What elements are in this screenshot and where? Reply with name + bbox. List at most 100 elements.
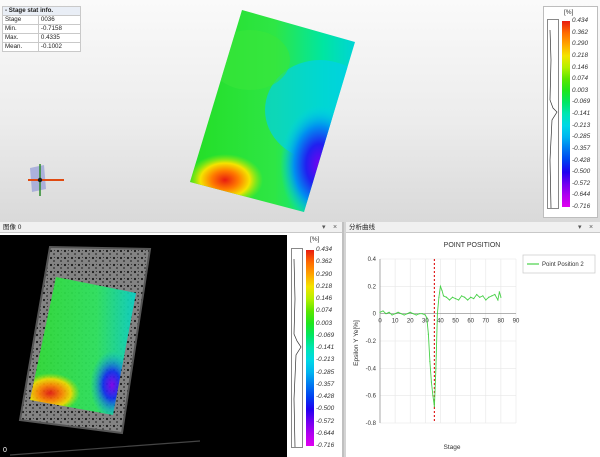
data-point (476, 293, 478, 296)
strain-field-plate[interactable] (0, 0, 540, 222)
colorbar-tick-label: 0.146 (316, 295, 332, 302)
data-point (445, 296, 448, 298)
close-icon[interactable]: × (589, 222, 593, 233)
data-point (485, 299, 487, 301)
data-point (406, 313, 408, 315)
colorbar-tick-label: -0.500 (572, 168, 591, 176)
y-tick-label: 0.4 (368, 257, 377, 263)
colorbar-tick-label: -0.572 (316, 417, 335, 425)
data-point (454, 298, 457, 300)
data-point (464, 296, 466, 298)
colorbar-tick-label: -0.069 (572, 98, 591, 106)
colorbar-tick-label: -0.069 (316, 331, 335, 339)
pin-icon[interactable]: ▾ (578, 222, 582, 233)
camera-image[interactable]: 0 (0, 235, 287, 457)
colorbar-image: [%] 0.434 0.362 0.290 0.218 0.146 0.074 0.003 -… (288, 236, 342, 456)
colorbar-unit: [%] (310, 236, 320, 243)
colorbar-tick-label: -0.357 (572, 144, 591, 152)
colorbar-tick-label: 0.074 (572, 75, 588, 83)
legend-label: Point Position 2 (542, 262, 584, 268)
colorbar-tick-label: -0.213 (316, 356, 335, 364)
image-panel-title: 图像 0 (3, 224, 22, 231)
chart-grid (379, 258, 517, 424)
image-panel-header: 图像 0 ▾ × (0, 222, 342, 233)
colorbar-tick-label: 0.362 (316, 258, 332, 266)
colorbar-histogram (547, 19, 559, 209)
data-point (435, 367, 437, 369)
colorbar-tick-label: -0.357 (316, 380, 335, 388)
colorbar-tick-label: 0.434 (572, 17, 588, 24)
x-tick-label: 80 (498, 319, 505, 325)
data-point (429, 360, 431, 363)
3d-view[interactable]: - Stage stat info. Stage 0036 Min. -0.7158… (0, 0, 600, 222)
x-tick-label: 70 (482, 319, 489, 325)
colorbar-tick-label: -0.428 (316, 393, 335, 400)
colorbar-tick-label: 0.218 (572, 51, 588, 59)
colorbar-tick-label: -0.644 (316, 429, 335, 437)
data-point (391, 314, 393, 316)
colorbar-unit: [%] (564, 9, 574, 16)
colorbar-tick-label: 0.003 (316, 319, 332, 327)
chart-legend: Point Position 2 (522, 254, 596, 274)
point-position-chart[interactable]: POINT POSITION 0 10 20 30 40 50 60 70 80 90 0.4 0.2… (346, 235, 600, 457)
colorbar-gradient (562, 21, 570, 207)
data-point (441, 289, 443, 292)
data-point (418, 313, 420, 315)
data-point (412, 313, 414, 315)
colorbar-tick-label: 0.362 (572, 28, 588, 36)
data-point (388, 311, 390, 313)
data-point (432, 395, 434, 397)
data-point (421, 313, 423, 315)
data-point (379, 311, 381, 313)
data-point (488, 296, 490, 298)
data-point (439, 285, 442, 287)
data-point (451, 296, 454, 298)
colorbar-tick-label: -0.285 (572, 133, 591, 141)
data-point (470, 296, 472, 298)
colorbar-tick-label: -0.285 (316, 368, 335, 376)
y-tick-label: -0.2 (366, 339, 377, 345)
data-point (448, 299, 451, 301)
chart-panel: 分析曲线 ▾ × POINT POSITION 0 10 20 30 40 50 60 70 8… (346, 222, 600, 457)
x-tick-label: 50 (452, 319, 459, 325)
y-tick-label: 0 (373, 312, 377, 318)
data-point (438, 296, 440, 298)
data-point (436, 313, 439, 315)
colorbar-tick-label: -0.141 (316, 344, 335, 351)
frame-index: 0 (3, 447, 7, 454)
pin-icon[interactable]: ▾ (322, 222, 326, 233)
colorbar-tick-label: 0.003 (572, 86, 588, 94)
data-point (426, 317, 428, 319)
data-point (473, 298, 475, 300)
chart-title: POINT POSITION (444, 242, 501, 249)
colorbar-tick-label: -0.572 (572, 179, 591, 187)
colorbar-gradient (306, 250, 314, 446)
image-panel: 图像 0 ▾ × 0 [%] 0.434 0.362 0.290 0.218 0… (0, 222, 344, 457)
data-point (430, 381, 432, 383)
x-tick-label: 10 (392, 319, 399, 325)
colorbar-tick-label: 0.434 (316, 246, 332, 253)
x-tick-label: 30 (422, 319, 429, 325)
data-point (382, 310, 384, 312)
chart-panel-header: 分析曲线 ▾ × (346, 222, 600, 233)
data-point (494, 293, 496, 296)
colorbar-tick-label: -0.716 (572, 203, 591, 210)
data-point (400, 313, 402, 315)
data-point (394, 313, 396, 315)
axes-triad-icon[interactable] (24, 162, 68, 200)
colorbar-tick-label: -0.141 (572, 110, 591, 117)
x-axis-label: Stage (444, 444, 461, 451)
colorbar-tick-label: 0.290 (316, 270, 332, 278)
close-icon[interactable]: × (333, 222, 337, 233)
x-tick-label: 90 (513, 319, 520, 325)
data-point (424, 314, 426, 316)
y-tick-label: 0.2 (368, 284, 377, 290)
data-point (500, 296, 502, 298)
data-point (491, 295, 493, 297)
data-point (442, 295, 445, 297)
chart-axes: 01020304050607080900.40.20-0.2-0.4-0.6-0… (366, 257, 520, 427)
data-point (427, 333, 429, 335)
y-tick-label: -0.8 (366, 421, 377, 427)
data-point (482, 295, 484, 297)
colorbar-histogram (291, 248, 303, 448)
